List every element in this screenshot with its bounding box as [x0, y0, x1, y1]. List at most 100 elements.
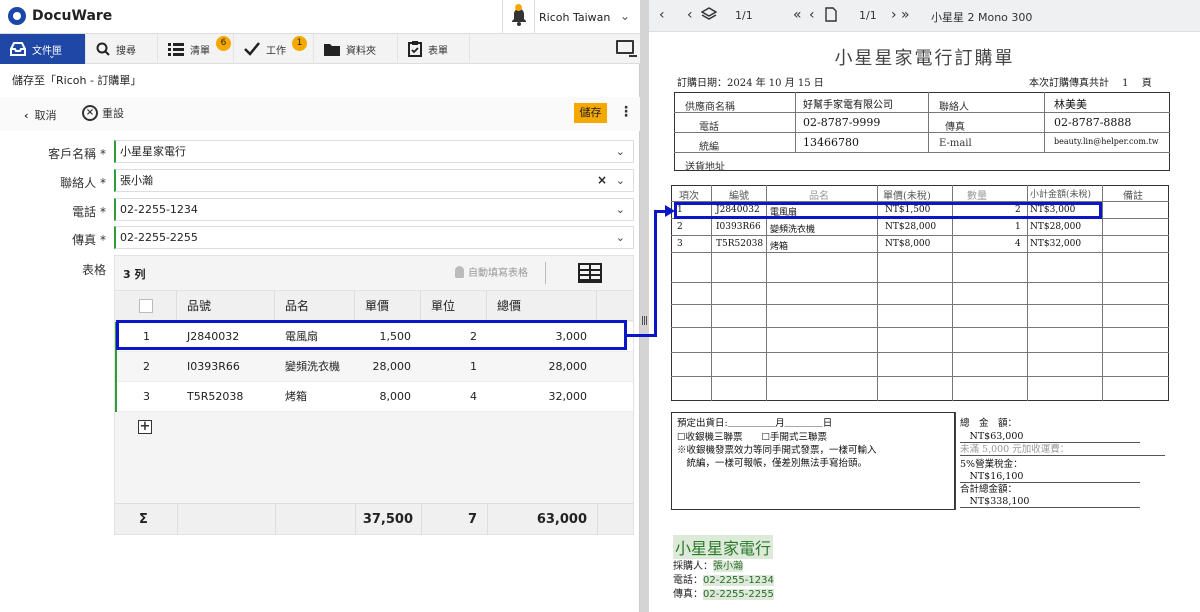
prev-page-icon[interactable]: ‹: [809, 7, 815, 23]
notifications-button[interactable]: [502, 0, 534, 34]
checkmark-icon: [244, 42, 260, 56]
cell-total[interactable]: 28,000: [487, 352, 588, 382]
column-header-name[interactable]: 品名: [275, 291, 355, 321]
contact-field[interactable]: 張小瀚 × ⌄: [114, 169, 634, 192]
doc-row3-no: 3: [677, 239, 683, 249]
nav-list[interactable]: 清單 6: [158, 34, 234, 64]
more-options-icon[interactable]: ⋮: [619, 105, 633, 119]
form-toolbar: ‹ 取消 × 重設 儲存 ⋮: [0, 97, 640, 131]
column-header-code[interactable]: 品號: [177, 291, 275, 321]
page-counter: 1/1: [859, 9, 877, 22]
cell-qty[interactable]: 1: [421, 352, 477, 382]
nav-folder[interactable]: 資料夾: [314, 34, 398, 64]
splitter-handle[interactable]: |||: [640, 0, 649, 612]
select-all-checkbox[interactable]: [139, 299, 153, 313]
nav-folder-label: 資料夾: [346, 45, 376, 57]
chevron-down-icon[interactable]: ⌄: [616, 141, 625, 162]
column-header-unit[interactable]: 單位: [421, 291, 487, 321]
cell-price[interactable]: 28,000: [355, 352, 412, 382]
docuware-logo-icon: [8, 7, 26, 25]
doc-col-code: 編號: [729, 191, 749, 202]
column-header-total[interactable]: 總價: [487, 291, 597, 321]
page-icon: [825, 7, 837, 25]
add-row-icon[interactable]: +: [138, 420, 152, 434]
cancel-button[interactable]: ‹ 取消: [24, 107, 57, 123]
chevron-down-icon[interactable]: ⌄: [616, 170, 625, 191]
window-toggle-icon[interactable]: [616, 40, 637, 57]
email-value: beauty.lin@helper.com.tw: [1054, 137, 1159, 146]
doc-col-name: 品名: [809, 191, 829, 202]
document-page: 小星星家電行訂購單 訂購日期：2024 年 10 月 15 日 本次訂購傳真共計…: [649, 32, 1200, 612]
nav-tasks[interactable]: 工作 1: [234, 34, 314, 64]
nav-forms[interactable]: 表單: [398, 34, 470, 64]
highlight-document-row: [674, 202, 1102, 219]
cell-price[interactable]: 8,000: [355, 382, 412, 412]
row-number: 2: [143, 360, 150, 373]
collapse-viewer-icon[interactable]: ‹: [659, 7, 665, 23]
doc-col-no: 項次: [679, 191, 699, 202]
sum-qty: 7: [467, 512, 477, 527]
customer-name-value: 小星星家電行: [120, 145, 186, 158]
nav-tray[interactable]: 文件匣 ⌄: [0, 34, 86, 64]
phone-field[interactable]: 02-2255-1234 ⌄: [114, 198, 634, 221]
doc-row3-price: NT$8,000: [885, 239, 931, 249]
grid-line: [674, 152, 1170, 153]
company-stamp: 小星星家電行: [673, 535, 774, 559]
chevron-down-icon: ⌄: [619, 9, 630, 23]
connector-line: [627, 334, 657, 337]
reset-button[interactable]: × 重設: [82, 105, 124, 121]
document-counter: 1/1: [735, 9, 753, 22]
chevron-down-icon[interactable]: ⌄: [616, 199, 625, 220]
doc-row2-total: NT$28,000: [1030, 222, 1082, 232]
fax-field[interactable]: 02-2255-2255 ⌄: [114, 226, 634, 249]
customer-name-field[interactable]: 小星星家電行 ⌄: [114, 140, 634, 163]
contact-value: 林美美: [1054, 98, 1087, 111]
fax-value: 02-2255-2255: [120, 231, 198, 244]
nav-forms-label: 表單: [428, 45, 448, 57]
doc-col-qty: 數量: [967, 191, 987, 202]
phone-label: 電話 *: [72, 205, 106, 219]
doc-row2-code: I0393R66: [716, 222, 761, 232]
select-all-column: [115, 291, 177, 321]
taxid-value: 13466780: [803, 136, 859, 149]
clear-icon[interactable]: ×: [597, 170, 607, 191]
table-field-label: 表格: [81, 263, 106, 277]
column-header-price[interactable]: 單價: [355, 291, 421, 321]
grid-line: [674, 112, 1170, 113]
autofill-button[interactable]: 自動填寫表格: [455, 264, 528, 279]
prev-document-icon[interactable]: ‹: [687, 7, 693, 23]
tasks-count-badge: 1: [292, 36, 307, 51]
cell-code[interactable]: T5R52038: [187, 382, 243, 412]
save-button[interactable]: 儲存: [574, 103, 607, 123]
table-header-bar: 3 列 自動填寫表格: [115, 256, 633, 290]
cell-qty[interactable]: 4: [421, 382, 477, 412]
nav-search[interactable]: 搜尋: [86, 34, 158, 64]
phone-value: 02-8787-9999: [803, 116, 881, 129]
layers-icon[interactable]: [700, 6, 718, 25]
main-nav: 文件匣 ⌄ 搜尋 清單 6 工作 1 資料夾 表單: [0, 34, 640, 64]
invoice-note-line1: ※收銀機發票效力等同手開式發票，一樣可輸入: [677, 445, 877, 456]
last-page-icon[interactable]: »: [901, 7, 910, 23]
grid-line: [671, 235, 1169, 236]
chevron-down-icon[interactable]: ⌄: [616, 227, 625, 248]
cell-name[interactable]: 變頻洗衣機: [285, 352, 340, 382]
top-bar: DocuWare Ricoh Taiwan ⌄: [0, 0, 640, 34]
row-count: 3 列: [123, 268, 146, 281]
table-grid-icon[interactable]: [578, 263, 602, 283]
cell-code[interactable]: I0393R66: [187, 352, 240, 382]
email-label: E-mail: [939, 138, 972, 149]
docuware-logo[interactable]: DocuWare: [8, 7, 112, 25]
table-row[interactable]: 3 T5R52038 烤箱 8,000 4 32,000: [115, 382, 633, 412]
highlight-form-row: [116, 320, 627, 350]
table-row[interactable]: 2 I0393R66 變頻洗衣機 28,000 1 28,000: [115, 352, 633, 382]
cell-total[interactable]: 32,000: [487, 382, 588, 412]
next-page-icon[interactable]: ›: [891, 7, 897, 23]
cell-name[interactable]: 烤箱: [285, 382, 307, 412]
organization-selector[interactable]: Ricoh Taiwan ⌄: [534, 0, 640, 34]
reset-label: 重設: [102, 107, 124, 120]
supplier-value: 好幫手家電有限公司: [803, 100, 893, 111]
shipping-fee-label: 未滿 5,000 元加收運費：: [960, 441, 1165, 456]
first-page-icon[interactable]: «: [793, 7, 801, 23]
sum-total: 63,000: [536, 512, 587, 527]
invoice-type-note: ☐收銀機三聯票 ☐手開式三聯票: [677, 432, 828, 443]
